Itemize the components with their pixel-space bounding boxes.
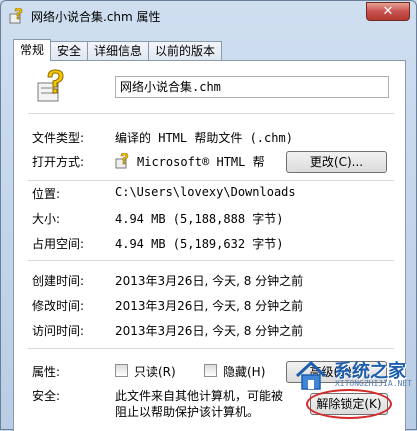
tab-details[interactable]: 详细信息 (87, 41, 150, 61)
security-row: 安全: 此文件来自其他计算机，可能被 阻止以帮助保护该计算机。 解除锁定(K) (14, 387, 405, 423)
divider (28, 260, 394, 261)
created-value: 2013年3月26日, 今天, 8 分钟之前 (115, 274, 304, 288)
help-file-icon (37, 69, 64, 102)
created-label: 创建时间: (32, 274, 85, 288)
modified-label: 修改时间: (32, 299, 85, 313)
location-row: 位置: C:\Users\lovexy\Downloads (14, 185, 405, 203)
attributes-row: 属性: 只读(R) 隐藏(H) 高级(D)... (14, 361, 405, 383)
attributes-label: 属性: (32, 365, 61, 379)
help-file-icon (9, 8, 23, 24)
file-type-row: 文件类型: 编译的 HTML 帮助文件 (.chm) (14, 129, 405, 147)
location-value: C:\Users\lovexy\Downloads (115, 185, 296, 199)
open-with-value: Microsoft® HTML 帮 (137, 155, 265, 169)
divider (28, 348, 394, 349)
file-type-value: 编译的 HTML 帮助文件 (.chm) (115, 131, 293, 145)
change-button[interactable]: 更改(C)... (286, 151, 387, 173)
tab-strip: 常规 安全 详细信息 以前的版本 (13, 39, 223, 61)
file-type-label: 文件类型: (32, 131, 85, 145)
tab-general[interactable]: 常规 (13, 39, 52, 61)
modified-row: 修改时间: 2013年3月26日, 今天, 8 分钟之前 (14, 297, 405, 315)
open-with-row: 打开方式: Microsoft® HTML 帮 更改(C)... (14, 151, 405, 173)
close-button[interactable]: ✕ (366, 2, 410, 21)
hidden-label[interactable]: 隐藏(H) (223, 363, 265, 380)
accessed-value: 2013年3月26日, 今天, 8 分钟之前 (115, 324, 304, 338)
disk-size-label: 占用空间: (32, 237, 85, 251)
location-label: 位置: (32, 187, 61, 201)
title-bar[interactable]: 网络小说合集.chm 属性 ✕ (1, 1, 416, 31)
properties-window: 网络小说合集.chm 属性 ✕ 常规 安全 详细信息 以前的版本 网络小说合集.… (0, 0, 417, 431)
created-row: 创建时间: 2013年3月26日, 今天, 8 分钟之前 (14, 272, 405, 290)
open-with-label: 打开方式: (32, 155, 85, 169)
security-label: 安全: (32, 389, 61, 403)
general-panel: 网络小说合集.chm 文件类型: 编译的 HTML 帮助文件 (.chm) 打开… (13, 60, 406, 431)
tab-previous-versions[interactable]: 以前的版本 (148, 41, 223, 61)
modified-value: 2013年3月26日, 今天, 8 分钟之前 (115, 299, 304, 313)
highlight-ring (306, 389, 392, 419)
accessed-row: 访问时间: 2013年3月26日, 今天, 8 分钟之前 (14, 322, 405, 340)
close-icon: ✕ (382, 4, 394, 19)
readonly-label[interactable]: 只读(R) (134, 363, 176, 380)
security-text-line2: 阻止以帮助保护该计算机。 (115, 405, 260, 419)
accessed-label: 访问时间: (32, 324, 85, 338)
readonly-checkbox[interactable] (115, 364, 128, 377)
advanced-button[interactable]: 高级(D)... (286, 361, 387, 383)
security-text-line1: 此文件来自其他计算机，可能被 (115, 389, 284, 403)
help-file-icon (115, 153, 129, 169)
file-name-input[interactable]: 网络小说合集.chm (115, 76, 389, 98)
size-label: 大小: (32, 212, 61, 226)
tab-security[interactable]: 安全 (50, 41, 89, 61)
disk-size-value: 4.94 MB (5,189,632 字节) (115, 237, 284, 251)
size-row: 大小: 4.94 MB (5,188,888 字节) (14, 210, 405, 228)
divider (28, 113, 394, 114)
window-title: 网络小说合集.chm 属性 (31, 10, 161, 24)
size-value: 4.94 MB (5,188,888 字节) (115, 212, 284, 226)
disk-size-row: 占用空间: 4.94 MB (5,189,632 字节) (14, 235, 405, 253)
divider (28, 180, 394, 181)
hidden-checkbox[interactable] (204, 364, 217, 377)
